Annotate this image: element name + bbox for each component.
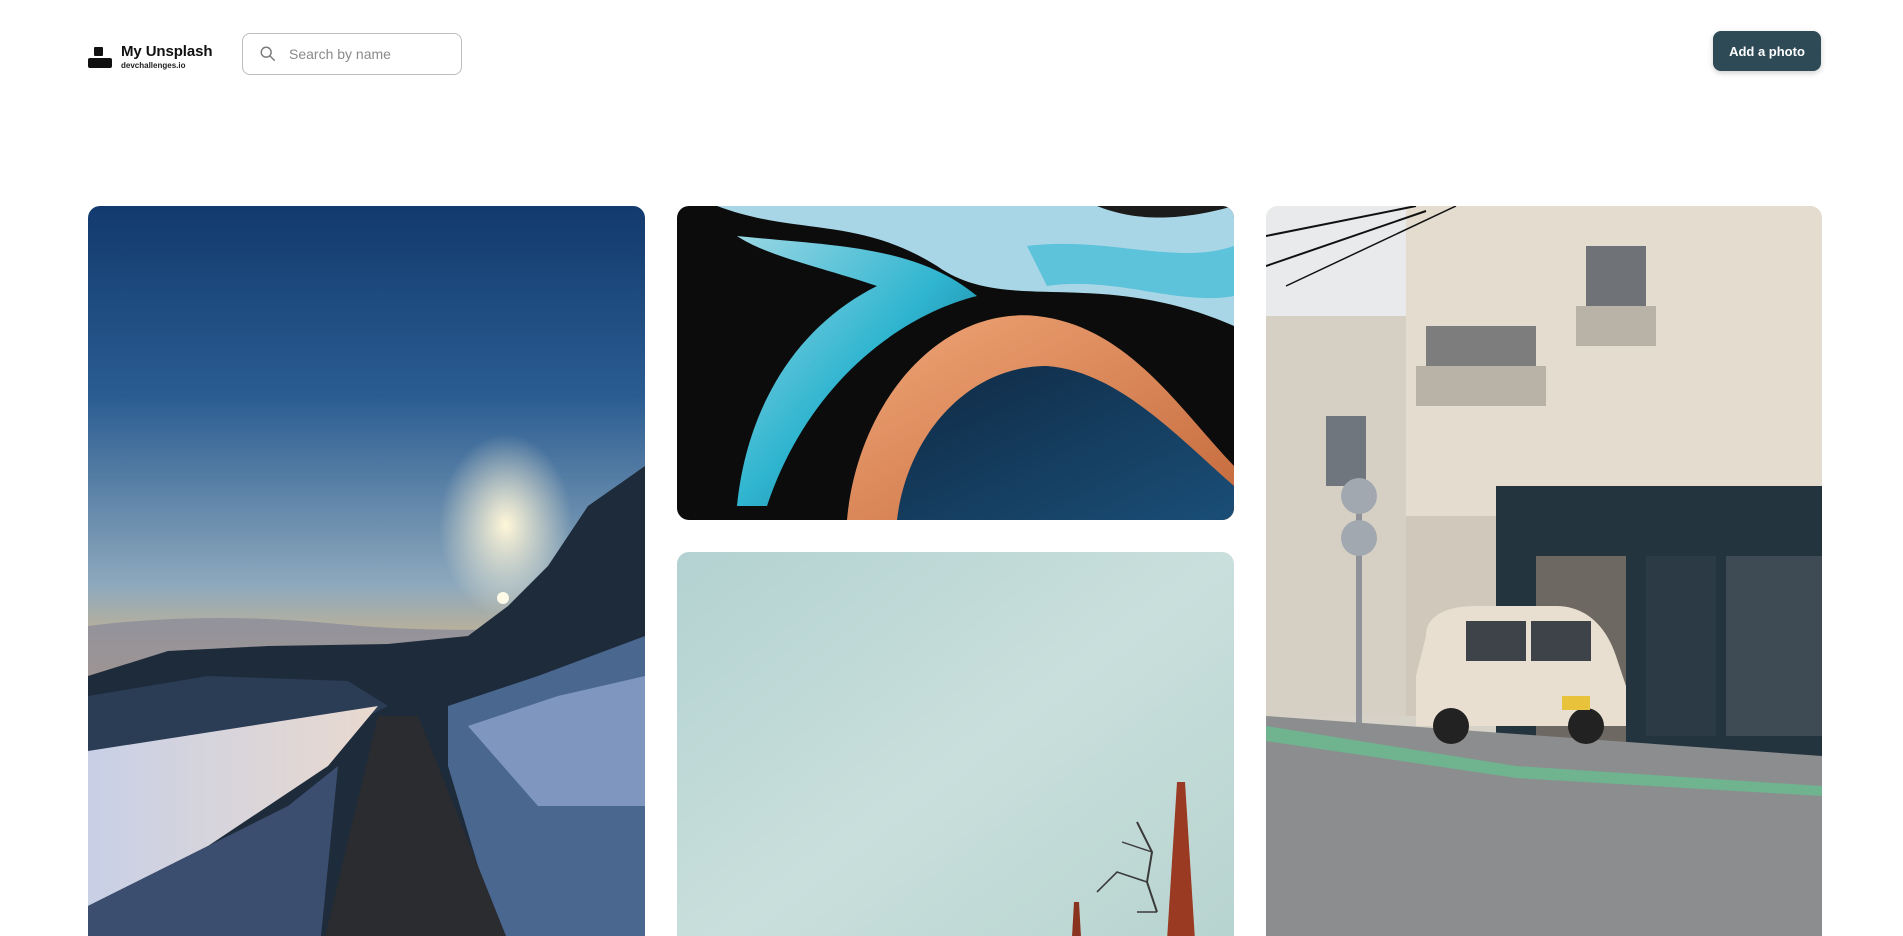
search-box[interactable] [242,33,462,75]
logo-subtitle: devchallenges.io [121,61,186,70]
photo-abstract-waves [677,206,1234,520]
logo-text: My Unsplash devchallenges.io [121,43,213,70]
photo-street-building [1266,206,1822,936]
photo-card-snowy-road[interactable] [88,206,645,936]
logo[interactable]: My Unsplash devchallenges.io [88,43,213,70]
search-icon [260,46,276,62]
search-input[interactable] [289,46,439,62]
photo-red-spire [677,552,1234,936]
add-photo-button[interactable]: Add a photo [1713,31,1821,71]
photo-card-street-building[interactable] [1266,206,1822,936]
logo-icon [88,46,112,68]
photo-card-abstract-waves[interactable] [677,206,1234,520]
logo-title: My Unsplash [121,43,213,60]
top-bar: My Unsplash devchallenges.io Add a photo [0,0,1903,110]
photo-card-red-spire[interactable] [677,552,1234,936]
photo-snowy-road [88,206,645,936]
